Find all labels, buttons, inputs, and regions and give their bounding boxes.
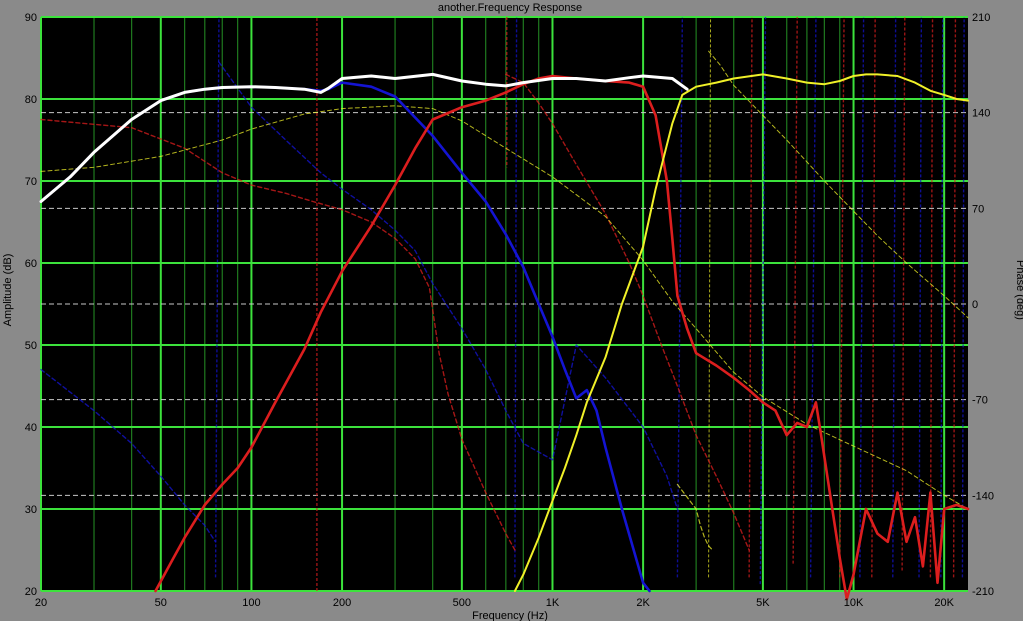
x-tick-label: 20K [934,597,954,609]
y2-tick-label: -70 [972,395,988,407]
x-tick-label: 10K [844,597,864,609]
x-tick-label: 1K [546,597,560,609]
x-tick-label: 100 [242,597,260,609]
x-tick-label: 5K [756,597,770,609]
frequency-response-chart: another.Frequency Response 20 50 100 200 500… [0,0,1023,621]
y2-tick-label: -210 [972,586,994,598]
y-tick-label: 70 [25,176,37,188]
y-tick-label: 50 [25,340,37,352]
x-axis-label: Frequency (Hz) [472,610,548,621]
y2-tick-label: 0 [972,299,978,311]
y-tick-label: 20 [25,586,37,598]
x-tick-label: 200 [333,597,351,609]
chart-title: another.Frequency Response [438,2,582,14]
y-tick-label: 60 [25,258,37,270]
y-axis-label: Amplitude (dB) [2,254,14,327]
y2-axis-label: Phase (deg) [1014,260,1023,320]
y-tick-label: 30 [25,504,37,516]
y-tick-label: 40 [25,422,37,434]
y-tick-label: 80 [25,94,37,106]
x-tick-label: 2K [636,597,650,609]
x-tick-label: 50 [155,597,167,609]
y-tick-label: 90 [25,12,37,24]
y2-tick-label: 140 [972,108,990,120]
y2-tick-label: 210 [972,12,990,24]
y2-tick-label: -140 [972,490,994,502]
x-tick-label: 20 [35,597,47,609]
y2-tick-label: 70 [972,203,984,215]
x-tick-label: 500 [453,597,471,609]
